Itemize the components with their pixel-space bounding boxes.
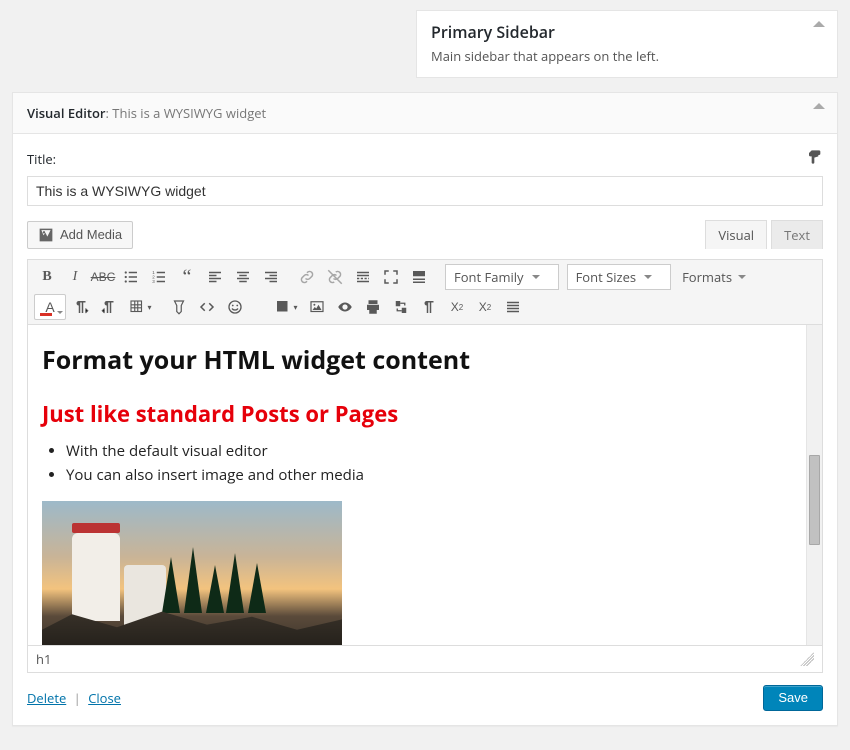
editor-scrollbar[interactable] [806, 325, 822, 645]
unlink-icon[interactable] [322, 264, 348, 290]
text-color-icon[interactable]: A [34, 294, 66, 320]
tab-visual[interactable]: Visual [705, 220, 767, 249]
delete-link[interactable]: Delete [27, 689, 66, 707]
formats-select[interactable]: Formats [676, 264, 752, 290]
widget-panel: Visual Editor: This is a WYSIWYG widget … [12, 92, 838, 726]
background-color-icon[interactable]: ▾ [270, 294, 302, 320]
emoji-icon[interactable] [222, 294, 248, 320]
content-list: With the default visual editor You can a… [66, 439, 792, 487]
preview-icon[interactable] [332, 294, 358, 320]
list-item: With the default visual editor [66, 439, 792, 463]
tab-text[interactable]: Text [771, 220, 823, 249]
content-image[interactable] [42, 501, 342, 645]
show-blocks-icon[interactable] [416, 294, 442, 320]
font-sizes-select[interactable]: Font Sizes [567, 264, 672, 290]
strikethrough-icon[interactable]: ABC [90, 264, 116, 290]
widget-subtitle: : This is a WYSIWYG widget [106, 104, 267, 122]
add-media-button[interactable]: Add Media [27, 221, 133, 249]
separator: | [74, 689, 81, 707]
font-family-select[interactable]: Font Family [445, 264, 559, 290]
bullet-list-icon[interactable] [118, 264, 144, 290]
title-label: Title: [27, 150, 56, 168]
sidebar-area-title: Primary Sidebar [431, 21, 823, 43]
close-link[interactable]: Close [88, 689, 121, 707]
bold-icon[interactable]: B [34, 264, 60, 290]
svg-text:3: 3 [152, 279, 155, 284]
blockquote-icon[interactable]: “ [174, 264, 200, 290]
align-right-icon[interactable] [258, 264, 284, 290]
anchor-icon[interactable] [166, 294, 192, 320]
link-icon[interactable] [294, 264, 320, 290]
style-icon[interactable] [807, 148, 823, 170]
align-justify-icon[interactable] [500, 294, 526, 320]
widget-header[interactable]: Visual Editor: This is a WYSIWYG widget [13, 93, 837, 134]
scrollbar-thumb[interactable] [809, 455, 820, 545]
fullscreen-icon[interactable] [378, 264, 404, 290]
superscript-icon[interactable]: X2 [472, 294, 498, 320]
resize-handle[interactable] [800, 652, 814, 666]
content-heading-1: Format your HTML widget content [42, 343, 792, 377]
editor-tabs: Visual Text [705, 220, 823, 249]
code-icon[interactable] [194, 294, 220, 320]
save-button[interactable]: Save [763, 685, 823, 711]
editor-content[interactable]: Format your HTML widget content Just lik… [28, 325, 806, 645]
sidebar-area-desc: Main sidebar that appears on the left. [431, 47, 823, 65]
editor: B I ABC 123 “ [27, 259, 823, 673]
italic-icon[interactable]: I [62, 264, 88, 290]
content-heading-2: Just like standard Posts or Pages [42, 399, 792, 429]
paragraph-ltr-icon[interactable] [68, 294, 94, 320]
toolbar-toggle-icon[interactable] [406, 264, 432, 290]
numbered-list-icon[interactable]: 123 [146, 264, 172, 290]
element-path[interactable]: h1 [36, 650, 51, 668]
find-replace-icon[interactable] [388, 294, 414, 320]
title-input[interactable] [27, 176, 823, 206]
widget-name: Visual Editor [27, 104, 106, 122]
collapse-icon[interactable] [813, 21, 825, 27]
add-media-label: Add Media [60, 227, 122, 242]
align-center-icon[interactable] [230, 264, 256, 290]
table-icon[interactable]: ▾ [124, 294, 156, 320]
collapse-icon[interactable] [813, 103, 825, 109]
subscript-icon[interactable]: X2 [444, 294, 470, 320]
sidebar-area-header[interactable]: Primary Sidebar Main sidebar that appear… [416, 10, 838, 78]
paragraph-rtl-icon[interactable] [96, 294, 122, 320]
insert-image-icon[interactable] [304, 294, 330, 320]
align-left-icon[interactable] [202, 264, 228, 290]
media-icon [38, 227, 54, 243]
editor-toolbar: B I ABC 123 “ [28, 260, 822, 325]
print-icon[interactable] [360, 294, 386, 320]
list-item: You can also insert image and other medi… [66, 463, 792, 487]
insert-more-icon[interactable] [350, 264, 376, 290]
